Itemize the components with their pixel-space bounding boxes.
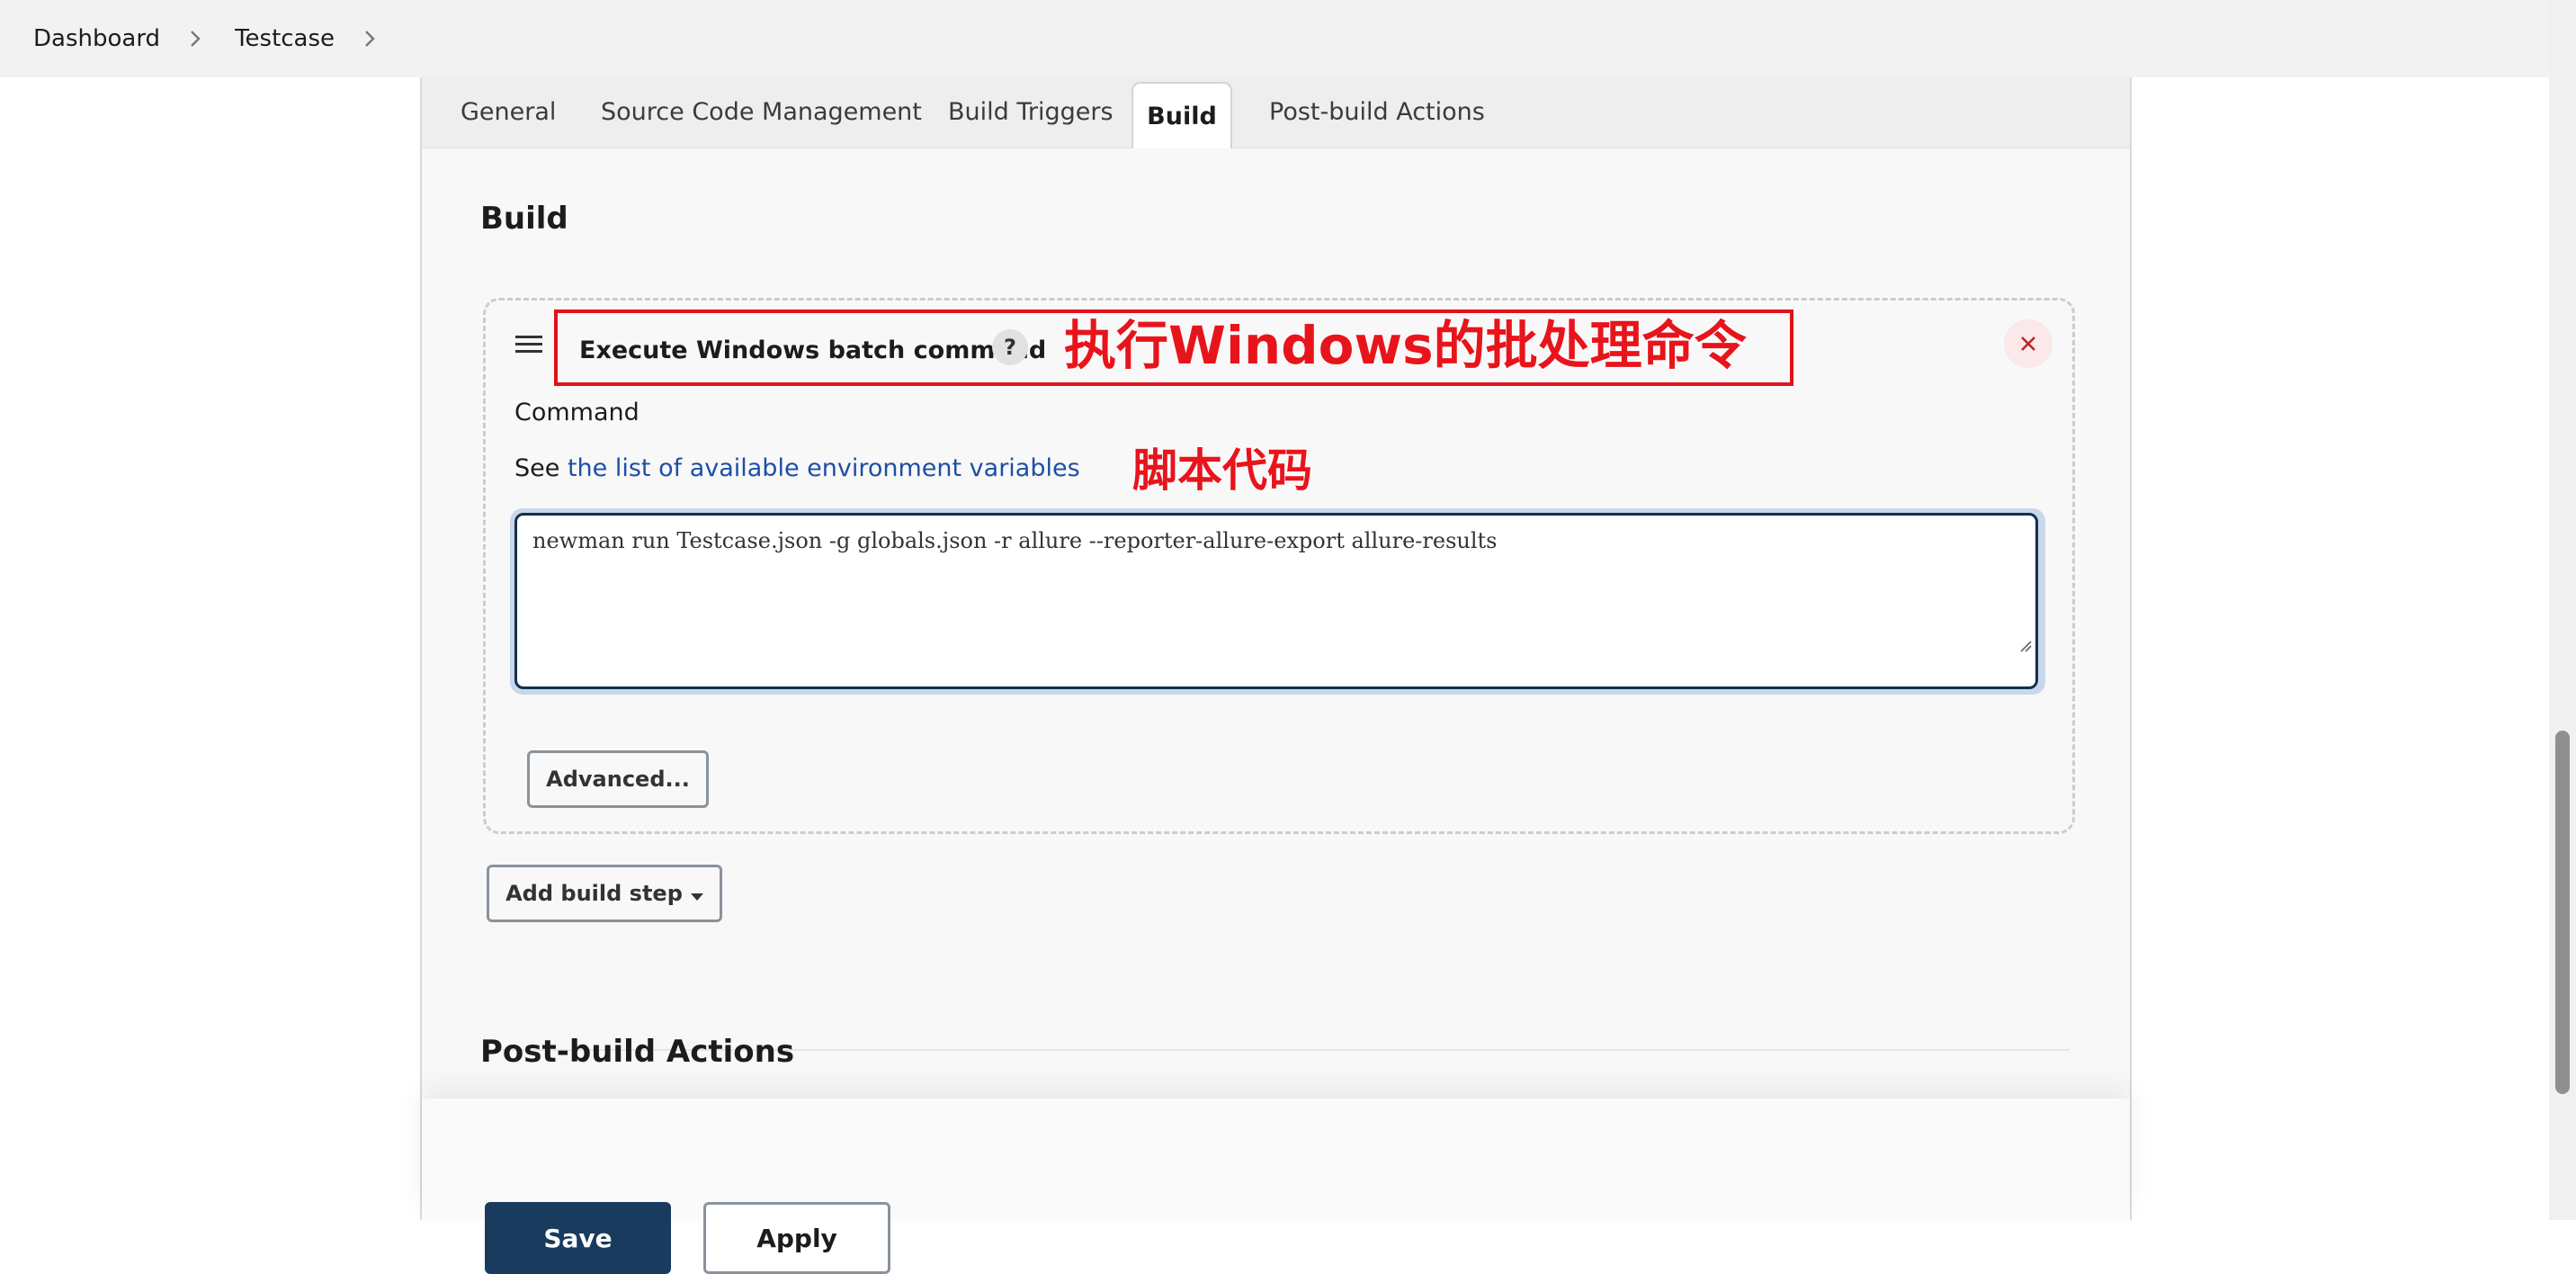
env-variables-prefix: See	[514, 454, 568, 482]
config-tabs: General Source Code Management Build Tri…	[422, 77, 2130, 148]
command-textarea[interactable]: newman run Testcase.json -g globals.json…	[514, 513, 2038, 689]
config-panel: General Source Code Management Build Tri…	[420, 77, 2132, 1274]
build-section-title: Build	[480, 201, 568, 237]
chevron-right-icon	[189, 29, 201, 49]
command-label: Command	[514, 399, 640, 426]
apply-button[interactable]: Apply	[703, 1202, 890, 1274]
form-footer: Save Apply	[422, 1099, 2130, 1274]
scrollbar-thumb[interactable]	[2555, 731, 2570, 1094]
tab-general[interactable]: General	[461, 77, 556, 146]
tab-build-triggers[interactable]: Build Triggers	[948, 77, 1114, 146]
command-text: newman run Testcase.json -g globals.json…	[532, 528, 1498, 553]
breadcrumb-dashboard[interactable]: Dashboard	[33, 25, 160, 52]
add-build-step-button[interactable]: Add build step	[487, 865, 722, 922]
advanced-button[interactable]: Advanced...	[527, 750, 709, 808]
resize-handle-icon[interactable]	[1964, 607, 2032, 683]
breadcrumb: Dashboard Testcase	[0, 0, 2549, 77]
breadcrumb-testcase[interactable]: Testcase	[235, 25, 335, 52]
annotation-script-note: 脚本代码	[1132, 444, 1312, 497]
tab-source-code-management[interactable]: Source Code Management	[601, 77, 922, 146]
env-variables-hint: See the list of available environment va…	[514, 454, 1080, 482]
vertical-scrollbar[interactable]	[2549, 0, 2576, 1220]
tab-post-build-actions[interactable]: Post-build Actions	[1269, 77, 1485, 146]
drag-handle-icon[interactable]	[515, 335, 542, 358]
save-button[interactable]: Save	[485, 1202, 671, 1274]
tab-build[interactable]: Build	[1131, 82, 1232, 148]
post-build-section-title: Post-build Actions	[480, 1034, 795, 1070]
annotation-header-note: 执行Windows的批处理命令	[1064, 315, 1747, 376]
add-build-step-label: Add build step	[505, 881, 683, 906]
close-icon[interactable]	[2004, 319, 2053, 368]
env-variables-link[interactable]: the list of available environment variab…	[568, 454, 1080, 482]
chevron-right-icon[interactable]	[363, 29, 376, 49]
caret-down-icon	[690, 881, 703, 906]
